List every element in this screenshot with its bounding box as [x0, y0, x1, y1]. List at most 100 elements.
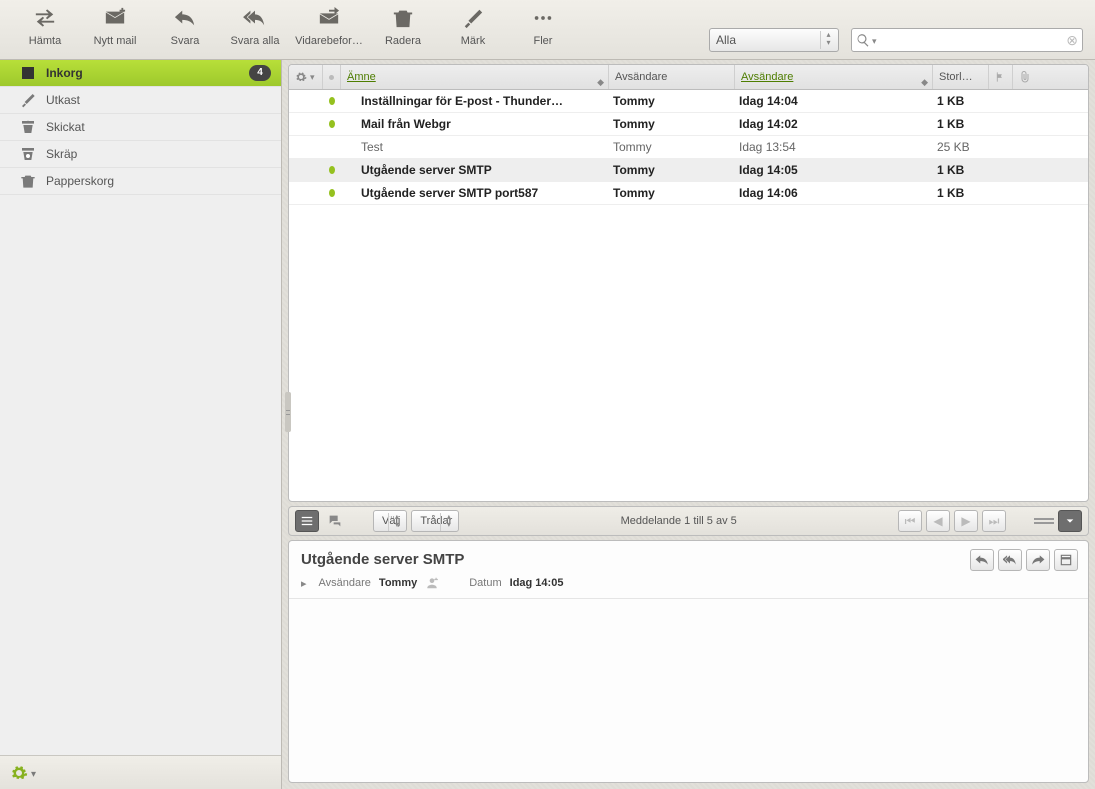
delete-button[interactable]: Radera	[368, 4, 438, 47]
cell-subject: Inställningar för E-post - Thunder…	[355, 94, 607, 108]
preview-reply-all-button[interactable]	[998, 549, 1022, 571]
clear-icon[interactable]: ⊗	[1066, 32, 1078, 49]
message-row[interactable]: Inställningar för E-post - Thunder…Tommy…	[289, 90, 1088, 113]
cell-size: 1 KB	[931, 94, 987, 108]
reply-all-button[interactable]: Svara alla	[220, 4, 290, 47]
pencil-icon	[20, 92, 36, 108]
thread-toggle-button[interactable]	[323, 510, 347, 532]
mark-icon	[438, 4, 508, 32]
folder-label: Skickat	[46, 120, 271, 134]
main-area: Inkorg4 Utkast Skickat Skräp Papperskorg ▾ Ä…	[0, 60, 1095, 789]
date-value: Idag 14:05	[510, 577, 564, 589]
cell-size: 1 KB	[931, 117, 987, 131]
toolbar-label: Fler	[534, 35, 553, 47]
cell-size: 1 KB	[931, 186, 987, 200]
cell-from: Tommy	[607, 186, 733, 200]
toolbar-label: Nytt mail	[94, 35, 137, 47]
column-header: ▾ Ämne Avsändare Avsändare Storl…	[289, 65, 1088, 90]
content-pane: ▾ Ämne Avsändare Avsändare Storl…	[282, 60, 1095, 789]
message-row[interactable]: Utgående server SMTPTommyIdag 14:051 KB	[289, 159, 1088, 182]
reply-button[interactable]: Svara	[150, 4, 220, 47]
list-footer-bar: Välj Trådar Meddelande 1 till 5 av 5 ⏮ ◀…	[288, 506, 1089, 536]
list-layout-button[interactable]	[295, 510, 319, 532]
cell-subject: Utgående server SMTP port587	[355, 186, 607, 200]
unread-dot	[323, 189, 341, 197]
first-page-button[interactable]: ⏮	[898, 510, 922, 532]
from-value: Tommy	[379, 577, 417, 589]
prev-page-button[interactable]: ◀	[926, 510, 950, 532]
message-row[interactable]: TestTommyIdag 13:5425 KB	[289, 136, 1088, 159]
folder-inbox[interactable]: Inkorg4	[0, 60, 281, 87]
gear-icon	[295, 71, 307, 83]
preview-pane: Utgående server SMTP Avsändare Tommy Dat…	[288, 540, 1089, 783]
mark-button[interactable]: Märk	[438, 4, 508, 47]
next-page-button[interactable]: ▶	[954, 510, 978, 532]
status-column-head[interactable]	[323, 65, 341, 89]
stepper-icon	[440, 513, 456, 531]
compose-icon	[80, 4, 150, 32]
folder-list: Inkorg4 Utkast Skickat Skräp Papperskorg	[0, 60, 281, 755]
preview-header: Utgående server SMTP Avsändare Tommy Dat…	[289, 541, 1088, 599]
filter-value: Alla	[716, 33, 736, 47]
chevron-down-icon	[31, 766, 36, 780]
forward-button[interactable]: Vidarebefor…	[290, 4, 368, 47]
filter-select[interactable]: Alla	[709, 28, 839, 52]
search-box[interactable]: ⊗	[851, 28, 1083, 52]
threads-menu[interactable]: Trådar	[411, 510, 459, 532]
last-page-button[interactable]: ⏭	[982, 510, 1006, 532]
message-row[interactable]: Mail från WebgrTommyIdag 14:021 KB	[289, 113, 1088, 136]
stepper-icon	[820, 31, 836, 49]
folder-label: Skräp	[46, 147, 271, 161]
settings-button[interactable]	[10, 764, 36, 782]
message-rows: Inställningar för E-post - Thunder…Tommy…	[289, 90, 1088, 501]
trash-icon	[368, 4, 438, 32]
select-menu[interactable]: Välj	[373, 510, 407, 532]
preview-subject: Utgående server SMTP	[301, 551, 1076, 568]
folder-sent[interactable]: Skickat	[0, 114, 281, 141]
search-icon	[856, 33, 870, 47]
size-column-head[interactable]: Storl…	[933, 65, 989, 89]
cell-date: Idag 14:04	[733, 94, 931, 108]
cell-subject: Test	[355, 140, 607, 154]
drag-handle-icon[interactable]	[1034, 518, 1054, 524]
preview-reply-button[interactable]	[970, 549, 994, 571]
cell-date: Idag 14:06	[733, 186, 931, 200]
refresh-icon	[10, 4, 80, 32]
chevron-down-icon	[872, 33, 881, 47]
from-column-head[interactable]: Avsändare	[609, 65, 735, 89]
gear-icon	[10, 764, 28, 782]
unread-badge: 4	[249, 65, 271, 81]
date-label: Datum	[469, 577, 501, 589]
add-contact-icon[interactable]	[425, 576, 439, 590]
preview-popout-button[interactable]	[1054, 549, 1078, 571]
from-label: Avsändare	[319, 577, 371, 589]
splitter-handle[interactable]	[285, 392, 291, 432]
get-mail-button[interactable]: Hämta	[10, 4, 80, 47]
folder-junk[interactable]: Skräp	[0, 141, 281, 168]
forward-icon	[290, 4, 368, 32]
sidebar: Inkorg4 Utkast Skickat Skräp Papperskorg	[0, 60, 282, 789]
message-row[interactable]: Utgående server SMTP port587TommyIdag 14…	[289, 182, 1088, 205]
toggle-preview-button[interactable]	[1058, 510, 1082, 532]
expand-header-toggle[interactable]	[301, 577, 311, 590]
reply-icon	[150, 4, 220, 32]
preview-forward-button[interactable]	[1026, 549, 1050, 571]
toolbar-label: Svara	[171, 35, 200, 47]
cell-size: 1 KB	[931, 163, 987, 177]
cell-subject: Mail från Webgr	[355, 117, 607, 131]
subject-column-head[interactable]: Ämne	[341, 65, 609, 89]
attachment-column-head[interactable]	[1013, 65, 1037, 89]
folder-label: Utkast	[46, 93, 271, 107]
compose-button[interactable]: Nytt mail	[80, 4, 150, 47]
main-toolbar: Hämta Nytt mail Svara Svara alla Vidareb…	[0, 0, 1095, 60]
date-column-head[interactable]: Avsändare	[735, 65, 933, 89]
unread-dot	[323, 166, 341, 174]
search-input[interactable]	[881, 33, 1067, 47]
cell-from: Tommy	[607, 117, 733, 131]
column-config-button[interactable]: ▾	[289, 65, 323, 89]
flag-column-head[interactable]	[989, 65, 1013, 89]
folder-trash[interactable]: Papperskorg	[0, 168, 281, 195]
folder-drafts[interactable]: Utkast	[0, 87, 281, 114]
more-button[interactable]: Fler	[508, 4, 578, 47]
trash-icon	[20, 173, 36, 189]
